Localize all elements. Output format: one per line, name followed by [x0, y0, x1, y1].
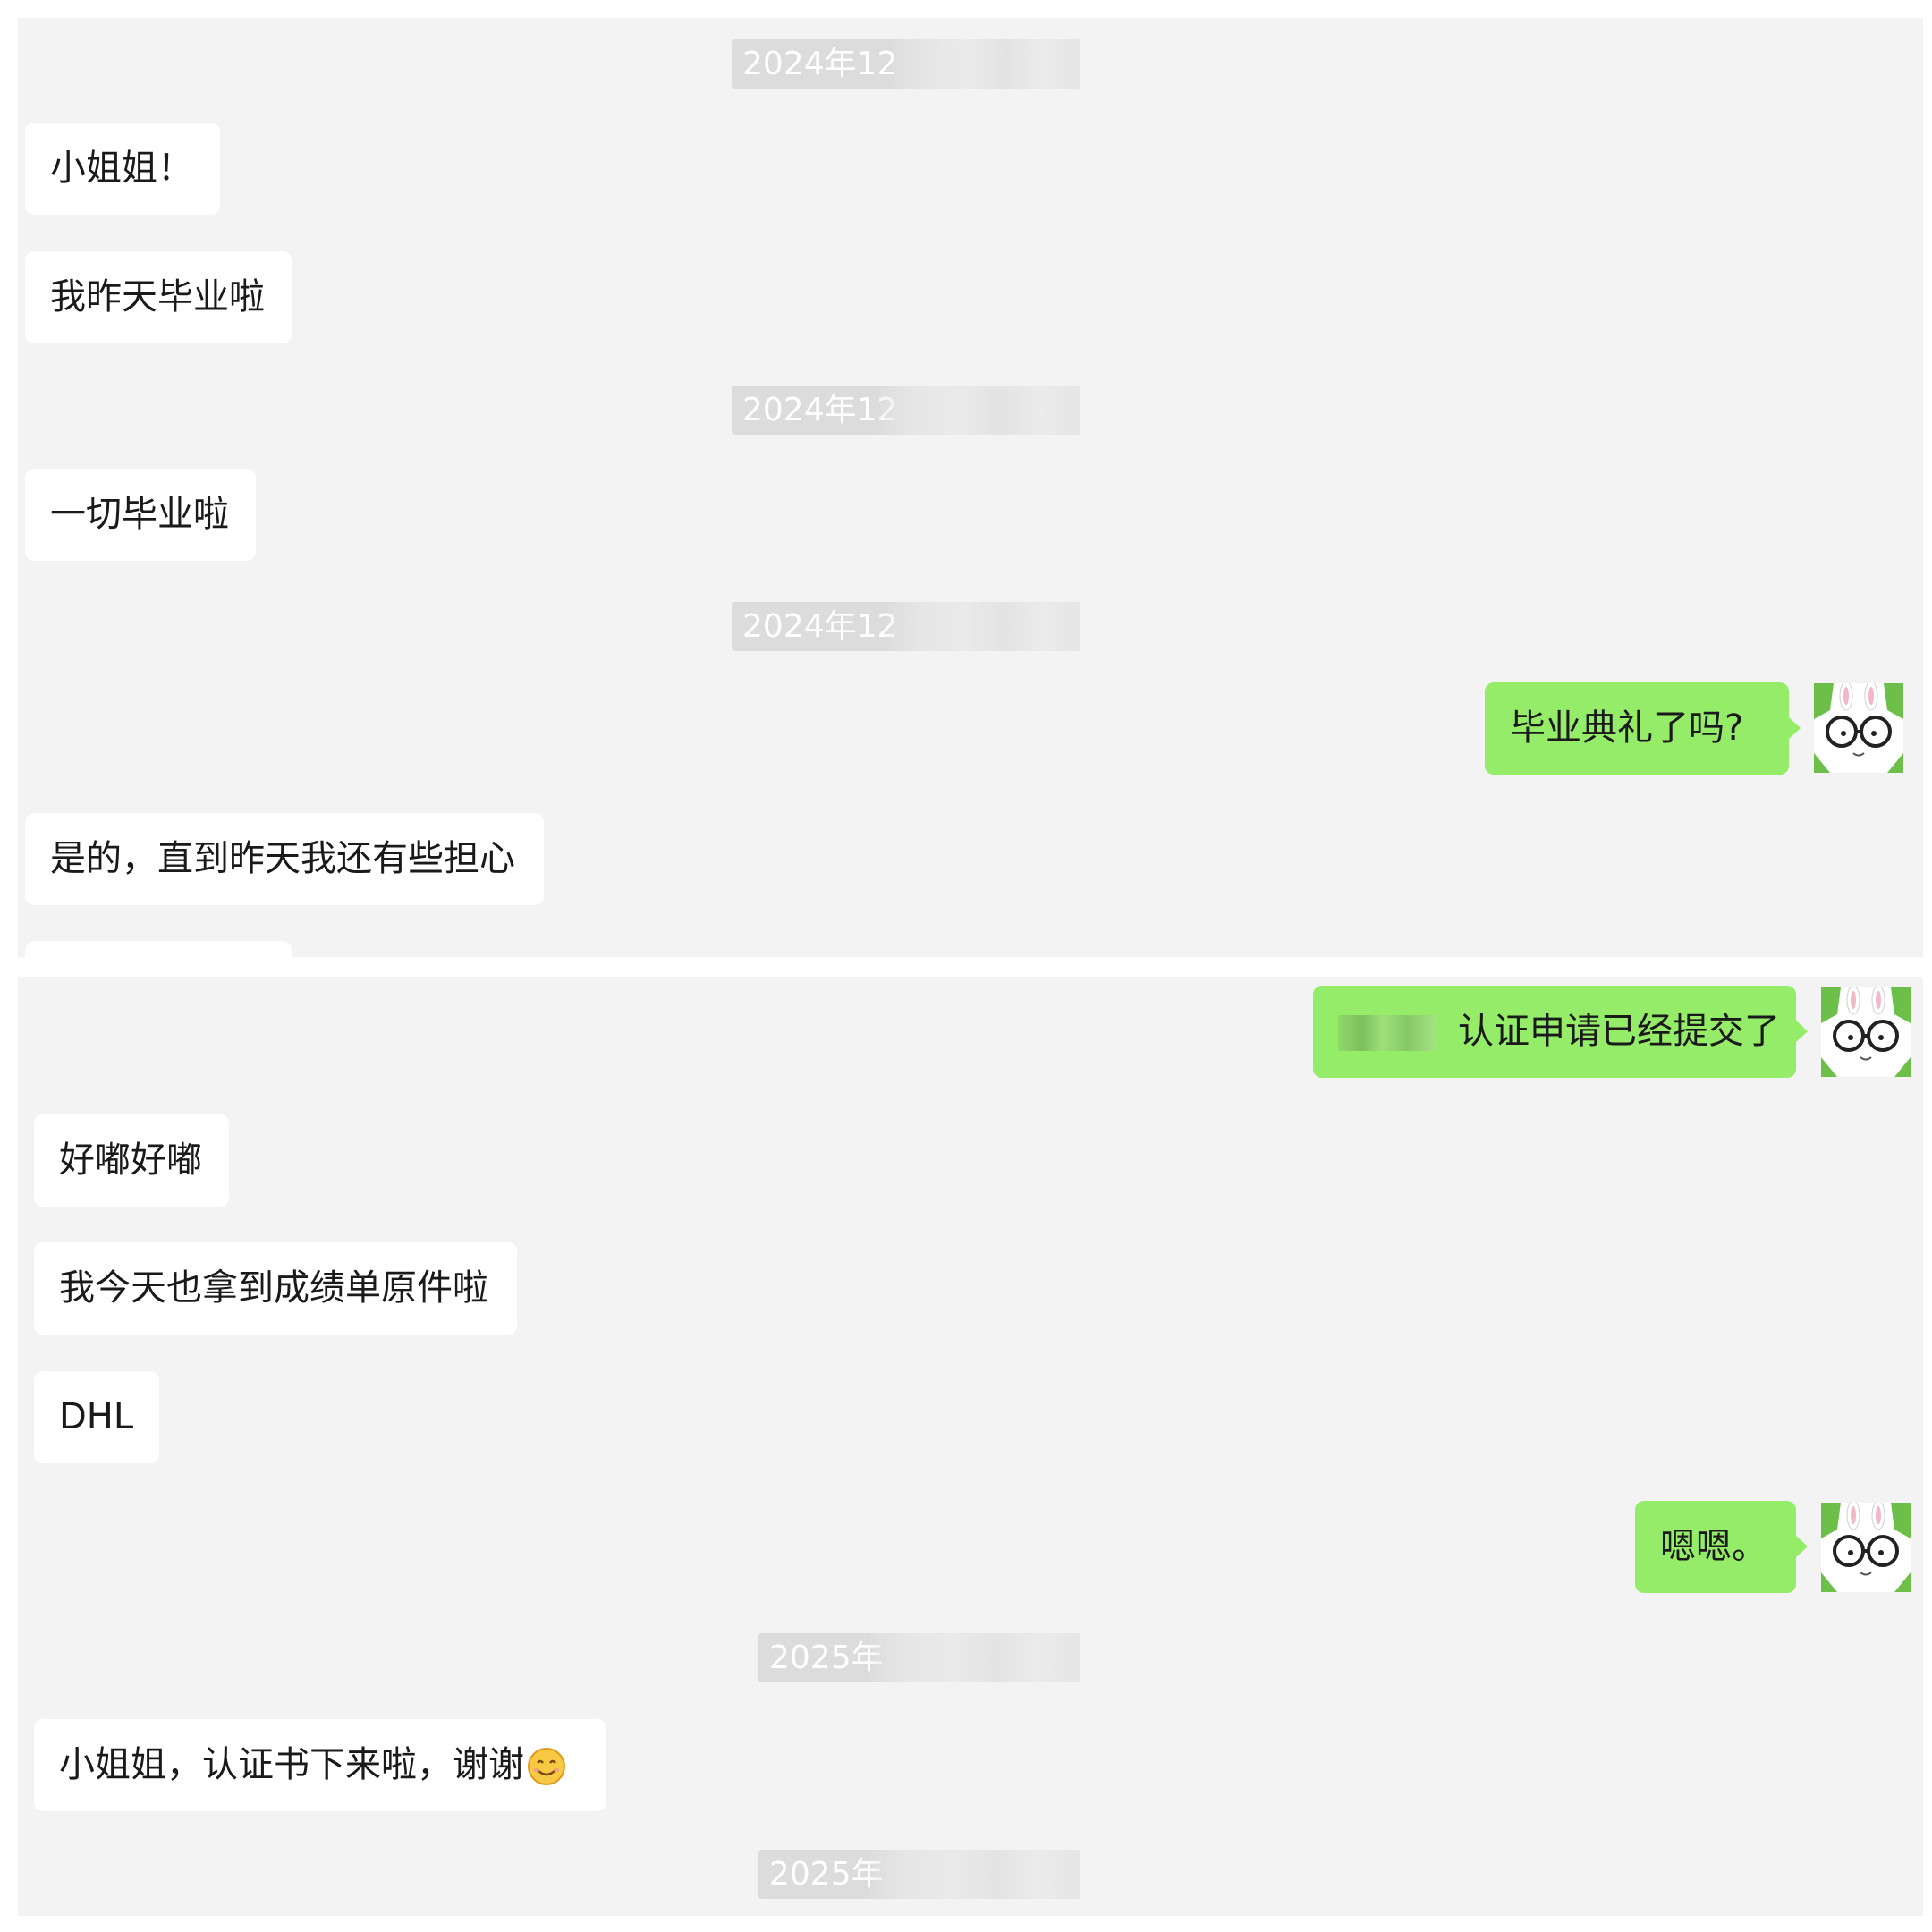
message-text: 小姐姐！	[50, 148, 193, 189]
timestamp: 2025年	[758, 1633, 1080, 1682]
message-bubble-incoming[interactable]: 小姐姐，认证书下来啦，谢谢	[34, 1719, 606, 1811]
redacted-pixelated-text	[1338, 1015, 1436, 1051]
message-bubble-outgoing[interactable]: 嗯嗯。	[1635, 1501, 1808, 1593]
message-text: 毕业典礼了吗?	[1510, 708, 1744, 749]
timestamp-blur	[879, 386, 1080, 435]
message-bubble-incoming[interactable]: 小姐姐！	[25, 123, 220, 215]
rabbit-avatar-icon	[1821, 1503, 1911, 1592]
timestamp: 2024年12	[732, 602, 1080, 651]
smiling-face-emoji-icon	[526, 1746, 567, 1787]
timestamp-text: 2024年12	[742, 608, 898, 645]
rabbit-avatar-icon	[1814, 683, 1903, 773]
timestamp-blur	[893, 39, 1080, 89]
message-bubble-incoming[interactable]: 我今天也拿到成绩单原件啦	[34, 1242, 517, 1335]
message-bubble-outgoing[interactable]: 认证申请已经提交了	[1313, 986, 1808, 1078]
message-bubble-outgoing[interactable]: 毕业典礼了吗?	[1485, 682, 1801, 775]
message-text: 认证申请已经提交了	[1458, 1011, 1780, 1052]
timestamp-text: 2025年	[769, 1640, 884, 1676]
message-text: 我今天也拿到成绩单原件啦	[59, 1267, 488, 1309]
message-bubble-incoming[interactable]: 是的，直到昨天我还有些担心	[25, 813, 544, 905]
message-text: 我昨天毕业啦	[50, 276, 265, 318]
timestamp-blur	[888, 602, 1080, 651]
message-bubble-incoming[interactable]: 一切毕业啦	[25, 469, 256, 561]
message-text: 好嘟好嘟	[59, 1140, 202, 1181]
message-bubble-incoming[interactable]: DHL	[34, 1371, 159, 1463]
message-text: 是的，直到昨天我还有些担心	[50, 838, 515, 879]
message-bubble-incoming-partial[interactable]	[25, 941, 292, 957]
user-avatar[interactable]	[1821, 987, 1911, 1077]
user-avatar[interactable]	[1814, 683, 1903, 773]
rabbit-avatar-icon	[1821, 987, 1911, 1077]
message-text: 嗯嗯。	[1660, 1526, 1767, 1567]
user-avatar[interactable]	[1821, 1503, 1911, 1592]
timestamp: 2024年12	[732, 39, 1080, 89]
timestamp-blur	[870, 1633, 1080, 1682]
timestamp-blur	[870, 1850, 1080, 1899]
timestamp-text: 2024年12	[742, 392, 898, 428]
message-text: 一切毕业啦	[50, 494, 229, 535]
message-text: 小姐姐，认证书下来啦，谢谢	[59, 1744, 524, 1785]
timestamp: 2024年12	[732, 386, 1080, 435]
chat-panel-bottom: 认证申请已经提交了 好嘟好嘟 我今天也拿到成绩单原件啦 DHL 嗯嗯。 2025…	[18, 977, 1923, 1916]
timestamp: 2025年	[758, 1850, 1080, 1899]
message-bubble-incoming[interactable]: 我昨天毕业啦	[25, 251, 292, 343]
message-text: DHL	[59, 1396, 134, 1437]
message-bubble-incoming[interactable]: 好嘟好嘟	[34, 1114, 229, 1207]
chat-panel-top: 2024年12 小姐姐！ 我昨天毕业啦 2024年12 一切毕业啦 2024年1…	[18, 18, 1923, 957]
timestamp-text: 2025年	[769, 1856, 884, 1893]
timestamp-text: 2024年12	[742, 46, 898, 82]
